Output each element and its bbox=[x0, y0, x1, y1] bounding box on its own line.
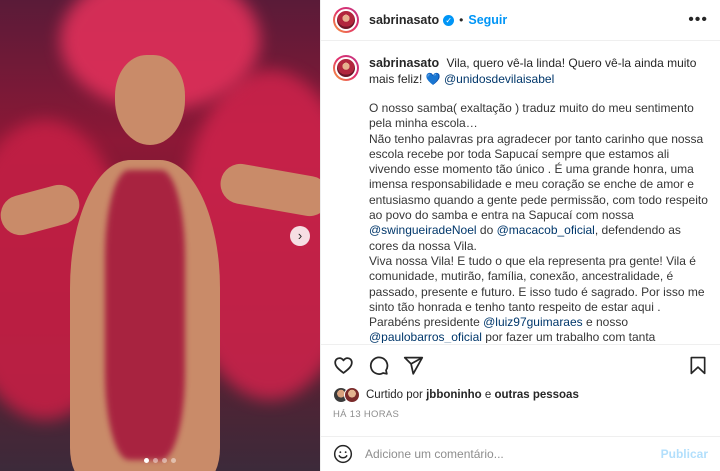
avatar[interactable] bbox=[333, 7, 359, 33]
follow-button[interactable]: Seguir bbox=[468, 13, 507, 27]
carousel-next-button[interactable]: › bbox=[290, 226, 310, 246]
caption-area[interactable]: sabrinasato Vila, quero vê-la linda! Que… bbox=[321, 45, 720, 343]
mention-link[interactable]: @unidosdevilaisabel bbox=[444, 72, 554, 86]
emoji-icon[interactable] bbox=[333, 444, 353, 464]
liker-avatars bbox=[333, 387, 360, 403]
photo-face bbox=[115, 55, 185, 145]
caption-avatar[interactable] bbox=[333, 55, 359, 81]
verified-badge-icon: ✓ bbox=[443, 14, 455, 26]
instagram-post: › sabrinasato ✓ • Seguir ••• sabrinasato… bbox=[0, 0, 720, 471]
carousel-dots bbox=[0, 458, 320, 463]
mention-link[interactable]: @macacob_oficial bbox=[497, 223, 595, 237]
caption-row: sabrinasato Vila, quero vê-la linda! Que… bbox=[333, 55, 708, 87]
more-options-icon[interactable]: ••• bbox=[688, 11, 708, 29]
caption-username[interactable]: sabrinasato bbox=[369, 56, 439, 70]
photo-costume bbox=[105, 170, 185, 460]
header-separator: • bbox=[459, 13, 464, 27]
comment-composer: Publicar bbox=[321, 437, 720, 471]
avatar-image bbox=[335, 57, 357, 79]
divider bbox=[321, 344, 720, 345]
likes-text: Curtido por jbboninho e outras pessoas bbox=[366, 389, 579, 401]
caption-paragraph: Não tenho palavras pra agradecer por tan… bbox=[369, 132, 708, 254]
caption-text-segment: do bbox=[479, 223, 494, 238]
caption-text: sabrinasato Vila, quero vê-la linda! Que… bbox=[369, 55, 708, 87]
avatar-image bbox=[335, 9, 357, 31]
post-photo[interactable]: › bbox=[0, 0, 320, 471]
mention-link[interactable]: @luiz97guimaraes bbox=[483, 315, 583, 329]
likes-summary: Curtido por jbboninho e outras pessoas bbox=[333, 387, 708, 403]
caption-body: O nosso samba( exaltação ) traduz muito … bbox=[369, 101, 708, 343]
caption-text-segment: e nosso bbox=[586, 315, 629, 330]
comment-input[interactable] bbox=[365, 447, 661, 461]
avatar[interactable] bbox=[344, 387, 360, 403]
blue-heart-emoji-icon: 💙 bbox=[425, 72, 441, 86]
caption-paragraph: Viva nossa Vila! E tudo o que ela repres… bbox=[369, 254, 708, 343]
publish-button[interactable]: Publicar bbox=[661, 447, 708, 461]
carousel-dot bbox=[153, 458, 158, 463]
post-panel: sabrinasato ✓ • Seguir ••• sabrinasato V… bbox=[320, 0, 720, 471]
carousel-dot bbox=[144, 458, 149, 463]
mention-link[interactable]: @swingueiradeNoel bbox=[369, 223, 477, 237]
author-username[interactable]: sabrinasato bbox=[369, 13, 439, 27]
action-bar bbox=[333, 352, 708, 378]
mention-link[interactable]: @paulobarros_oficial bbox=[369, 330, 482, 343]
carousel-dot bbox=[162, 458, 167, 463]
comment-icon[interactable] bbox=[368, 355, 389, 376]
share-icon[interactable] bbox=[403, 355, 424, 376]
post-header: sabrinasato ✓ • Seguir ••• bbox=[321, 0, 720, 41]
liker-username[interactable]: jbboninho bbox=[426, 389, 482, 401]
bookmark-icon[interactable] bbox=[688, 355, 708, 376]
heart-icon[interactable] bbox=[333, 355, 354, 376]
post-timestamp[interactable]: HÁ 13 HORAS bbox=[333, 409, 399, 420]
caption-text-segment: Não tenho palavras pra agradecer por tan… bbox=[369, 131, 708, 223]
likes-conjunction: e bbox=[484, 389, 492, 401]
caption-paragraph: O nosso samba( exaltação ) traduz muito … bbox=[369, 101, 694, 131]
likes-others-link[interactable]: outras pessoas bbox=[494, 389, 578, 401]
chevron-right-icon: › bbox=[297, 228, 303, 243]
likes-prefix: Curtido por bbox=[366, 389, 423, 401]
carousel-dot bbox=[171, 458, 176, 463]
